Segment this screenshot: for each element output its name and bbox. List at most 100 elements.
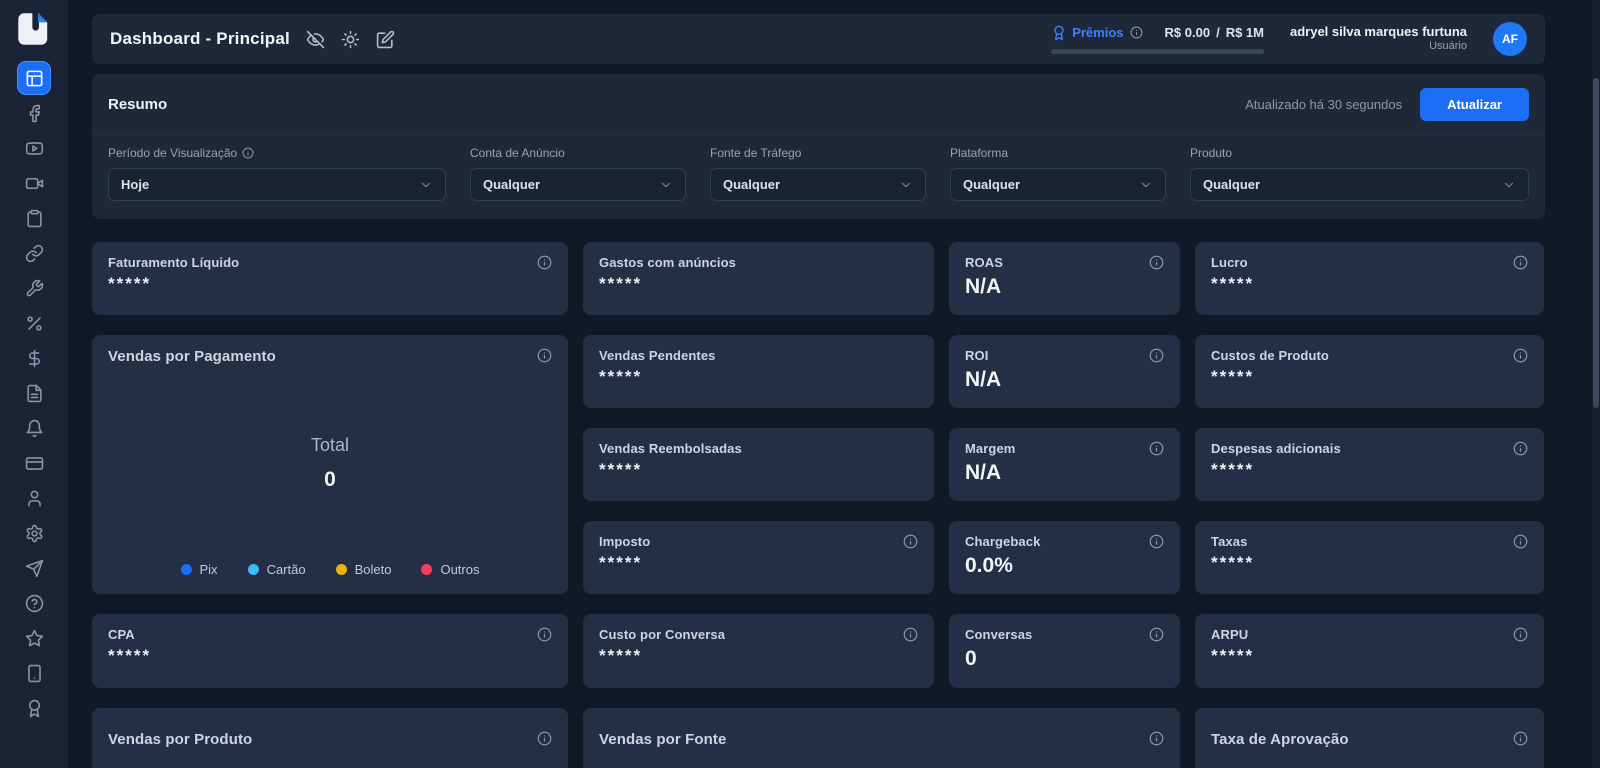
info-icon[interactable] <box>537 255 552 270</box>
edit-icon[interactable] <box>376 30 395 49</box>
page-title: Dashboard - Principal <box>110 29 290 49</box>
sidebar-item-reports[interactable] <box>17 376 51 411</box>
card-value-masked: ***** <box>1211 647 1528 664</box>
produto-select[interactable]: Qualquer <box>1190 168 1529 201</box>
info-icon[interactable] <box>903 534 918 549</box>
info-icon[interactable] <box>1513 348 1528 363</box>
sidebar-item-clipboard[interactable] <box>17 201 51 236</box>
plataforma-select[interactable]: Qualquer <box>950 168 1166 201</box>
card-custos-produto: Custos de Produto ***** <box>1195 335 1544 408</box>
sidebar-item-finance[interactable] <box>17 341 51 376</box>
info-icon[interactable] <box>1513 255 1528 270</box>
resumo-title: Resumo <box>108 96 167 113</box>
sidebar-item-youtube[interactable] <box>17 131 51 166</box>
info-icon[interactable] <box>1130 26 1143 39</box>
sidebar-item-mobile[interactable] <box>17 656 51 691</box>
sidebar-item-settings[interactable] <box>17 516 51 551</box>
sidebar-item-billing[interactable] <box>17 446 51 481</box>
conta-anuncio-select[interactable]: Qualquer <box>470 168 686 201</box>
info-icon[interactable] <box>537 731 552 746</box>
chevron-down-icon <box>659 178 673 192</box>
info-icon[interactable] <box>537 348 552 363</box>
info-icon[interactable] <box>1149 534 1164 549</box>
info-icon[interactable] <box>1513 731 1528 746</box>
card-title: Despesas adicionais <box>1211 441 1341 456</box>
logo-icon <box>15 9 53 49</box>
card-chargeback: Chargeback 0.0% <box>949 521 1180 594</box>
card-title: Gastos com anúncios <box>599 255 736 270</box>
theme-sun-icon[interactable] <box>341 30 360 49</box>
info-icon[interactable] <box>537 627 552 642</box>
premios-progress-text: R$ 0.00 / R$ 1M <box>1165 25 1264 40</box>
card-value-masked: ***** <box>1211 275 1528 292</box>
info-icon[interactable] <box>1149 441 1164 456</box>
card-conversas: Conversas 0 <box>949 614 1180 688</box>
card-cpa: CPA ***** <box>92 614 568 688</box>
legend-dot <box>336 564 347 575</box>
sidebar-item-profile[interactable] <box>17 481 51 516</box>
file-text-icon <box>25 384 44 403</box>
periodo-select[interactable]: Hoje <box>108 168 446 201</box>
legend-dot <box>421 564 432 575</box>
premios-label[interactable]: Prêmios <box>1072 25 1123 40</box>
refresh-button[interactable]: Atualizar <box>1420 88 1529 121</box>
avatar[interactable]: AF <box>1493 22 1527 56</box>
info-icon[interactable] <box>1513 441 1528 456</box>
sidebar-item-video[interactable] <box>17 166 51 201</box>
sidebar-item-favorites[interactable] <box>17 621 51 656</box>
legend-dot <box>248 564 259 575</box>
info-icon[interactable] <box>242 147 254 159</box>
card-arpu: ARPU ***** <box>1195 614 1544 688</box>
info-icon[interactable] <box>1513 627 1528 642</box>
scrollbar-thumb[interactable] <box>1593 78 1599 408</box>
card-title: Imposto <box>599 534 650 549</box>
legend-item-outros[interactable]: Outros <box>421 562 479 577</box>
card-vendas-por-fonte: Vendas por Fonte <box>583 708 1180 768</box>
sidebar <box>0 0 68 768</box>
info-icon[interactable] <box>1149 731 1164 746</box>
sidebar-item-send[interactable] <box>17 551 51 586</box>
card-value: N/A <box>965 368 1164 391</box>
sidebar-item-dashboard[interactable] <box>17 61 51 95</box>
sidebar-item-notifications[interactable] <box>17 411 51 446</box>
card-imposto: Imposto ***** <box>583 521 934 594</box>
filter-label-produto: Produto <box>1190 146 1232 160</box>
filter-label-fonte: Fonte de Tráfego <box>710 146 801 160</box>
sidebar-item-help[interactable] <box>17 586 51 621</box>
card-title: Taxas <box>1211 534 1247 549</box>
periodo-value: Hoje <box>121 177 149 192</box>
card-faturamento-liquido: Faturamento Líquido ***** <box>92 242 568 315</box>
sidebar-item-awards[interactable] <box>17 691 51 726</box>
sidebar-item-links[interactable] <box>17 236 51 271</box>
smartphone-icon <box>25 664 44 683</box>
card-vendas-pendentes: Vendas Pendentes ***** <box>583 335 934 408</box>
card-value: N/A <box>965 275 1164 298</box>
eye-off-icon[interactable] <box>306 30 325 49</box>
conta-anuncio-value: Qualquer <box>483 177 540 192</box>
legend-item-cartao[interactable]: Cartão <box>248 562 306 577</box>
metrics-grid: Faturamento Líquido ***** Gastos com anú… <box>92 242 1545 768</box>
legend-item-boleto[interactable]: Boleto <box>336 562 392 577</box>
chart-total-label: Total <box>311 435 349 456</box>
filters-row: Período de Visualização Hoje Conta de An… <box>92 135 1545 219</box>
info-icon[interactable] <box>1149 627 1164 642</box>
premios-widget: Prêmios R$ 0.00 / R$ 1M <box>1051 25 1264 54</box>
fonte-trafego-select[interactable]: Qualquer <box>710 168 926 201</box>
scrollbar-track[interactable] <box>1592 0 1600 768</box>
info-icon[interactable] <box>1149 348 1164 363</box>
info-icon[interactable] <box>1513 534 1528 549</box>
card-title: ROAS <box>965 255 1003 270</box>
sidebar-item-facebook[interactable] <box>17 96 51 131</box>
premios-award-icon <box>1051 25 1067 41</box>
info-icon[interactable] <box>903 627 918 642</box>
legend-item-pix[interactable]: Pix <box>181 562 218 577</box>
app-logo[interactable] <box>15 9 53 49</box>
video-camera-icon <box>25 174 44 193</box>
info-icon[interactable] <box>1149 255 1164 270</box>
sidebar-item-tools[interactable] <box>17 271 51 306</box>
sidebar-item-percent[interactable] <box>17 306 51 341</box>
card-title: Margem <box>965 441 1015 456</box>
card-title: Vendas Pendentes <box>599 348 715 363</box>
card-gastos-anuncios: Gastos com anúncios ***** <box>583 242 934 315</box>
wrench-icon <box>25 279 44 298</box>
